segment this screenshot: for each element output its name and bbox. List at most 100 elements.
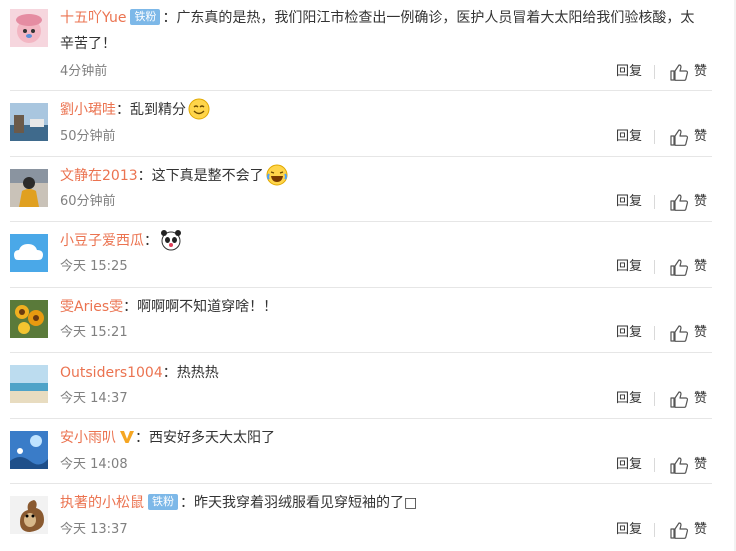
timestamp: 60分钟前 xyxy=(60,194,116,209)
username[interactable]: Outsiders1004 xyxy=(60,365,163,381)
divider xyxy=(654,260,655,274)
thumbs-up-icon xyxy=(670,521,688,539)
timestamp: 今天 15:21 xyxy=(60,325,128,340)
comment-item: 安小雨叭 ：西安好多天大太阳了 今天 14:08 回复 赞 xyxy=(0,419,736,484)
comment-text: 劉小珺哇：乱到精分 xyxy=(60,97,706,129)
comment-text: 执著的小松鼠 铁粉 ：昨天我穿着羽绒服看见穿短袖的了□ xyxy=(60,490,706,516)
username[interactable]: 雯Aries雯 xyxy=(60,299,123,315)
username[interactable]: 执著的小松鼠 xyxy=(60,495,144,511)
reply-button[interactable]: 回复 xyxy=(616,521,642,539)
reply-button[interactable]: 回复 xyxy=(616,63,642,81)
like-label: 赞 xyxy=(694,194,708,209)
like-button[interactable]: 赞 xyxy=(670,63,707,81)
comment-item: 雯Aries雯：啊啊啊不知道穿啥！！ 今天 15:21 回复 赞 xyxy=(0,288,736,353)
reply-button[interactable]: 回复 xyxy=(616,193,642,211)
colon: ： xyxy=(137,168,152,184)
colon: ： xyxy=(162,365,177,381)
avatar[interactable] xyxy=(10,103,48,141)
thumbs-up-icon xyxy=(670,456,688,474)
colon: ： xyxy=(116,102,130,118)
thumbs-up-icon xyxy=(670,63,688,81)
smile-emoji-icon xyxy=(188,98,210,129)
like-button[interactable]: 赞 xyxy=(670,128,707,146)
comment-item: 劉小珺哇：乱到精分 50分钟前 回复 赞 xyxy=(0,91,736,157)
username[interactable]: 安小雨叭 xyxy=(60,430,116,446)
comment-text: 雯Aries雯：啊啊啊不知道穿啥！！ xyxy=(60,294,706,320)
username[interactable]: 文静在2013 xyxy=(60,168,138,184)
comment-item: 十五吖Yue 铁粉 ：广东真的是热，我们阳江市检查出一例确诊，医护人员冒着大太阳给我… xyxy=(0,0,736,91)
timestamp: 今天 14:08 xyxy=(60,457,128,472)
fan-badge[interactable]: 铁粉 xyxy=(130,9,161,25)
vip-v-icon xyxy=(119,427,135,453)
thumbs-up-icon xyxy=(670,258,688,276)
panda-emoji-icon xyxy=(160,229,182,260)
colon: ： xyxy=(144,233,158,249)
colon: ： xyxy=(180,495,194,511)
comment-text: Outsiders1004：热热热 xyxy=(60,360,706,386)
reply-button[interactable]: 回复 xyxy=(616,456,642,474)
reply-button[interactable]: 回复 xyxy=(616,258,642,276)
timestamp: 今天 13:37 xyxy=(60,522,128,537)
colon: ： xyxy=(162,10,177,26)
reply-button[interactable]: 回复 xyxy=(616,324,642,342)
fan-badge[interactable]: 铁粉 xyxy=(148,494,178,510)
avatar[interactable] xyxy=(10,234,48,272)
timestamp: 4分钟前 xyxy=(60,64,108,79)
divider xyxy=(654,523,655,537)
comment-text: 文静在2013：这下真是整不会了 xyxy=(60,163,706,195)
comment-item: 执著的小松鼠 铁粉 ：昨天我穿着羽绒服看见穿短袖的了□ 今天 13:37 回复 赞 xyxy=(0,484,736,551)
divider xyxy=(654,65,655,79)
divider xyxy=(654,458,655,472)
divider xyxy=(654,130,655,144)
colon: ： xyxy=(135,430,149,446)
avatar[interactable] xyxy=(10,365,48,403)
timestamp: 50分钟前 xyxy=(60,129,116,144)
like-label: 赞 xyxy=(694,259,708,274)
colon: ： xyxy=(123,299,138,315)
like-label: 赞 xyxy=(694,325,708,340)
avatar[interactable] xyxy=(10,431,48,469)
comment-text: 安小雨叭 ：西安好多天大太阳了 xyxy=(60,425,706,453)
divider xyxy=(654,326,655,340)
like-label: 赞 xyxy=(694,457,708,472)
divider xyxy=(654,195,655,209)
comment-item: 文静在2013：这下真是整不会了 60分钟前 回复 赞 xyxy=(0,157,736,222)
like-button[interactable]: 赞 xyxy=(670,456,707,474)
comment-text: 小豆子爱西瓜： xyxy=(60,228,706,260)
like-label: 赞 xyxy=(694,522,708,537)
comment-content: 热热热 xyxy=(176,365,219,381)
avatar[interactable] xyxy=(10,169,48,207)
like-label: 赞 xyxy=(694,64,708,79)
thumbs-up-icon xyxy=(670,193,688,211)
comment-content: 这下真是整不会了 xyxy=(151,168,264,184)
like-label: 赞 xyxy=(694,391,708,406)
laugh-tears-emoji-icon xyxy=(266,164,288,195)
comment-item: 小豆子爱西瓜： 今天 15:25 回复 赞 xyxy=(0,222,736,288)
like-button[interactable]: 赞 xyxy=(670,521,707,539)
comment-list: 十五吖Yue 铁粉 ：广东真的是热，我们阳江市检查出一例确诊，医护人员冒着大太阳给我… xyxy=(0,0,736,551)
timestamp: 今天 15:25 xyxy=(60,259,128,274)
reply-button[interactable]: 回复 xyxy=(616,390,642,408)
username[interactable]: 劉小珺哇 xyxy=(60,102,116,118)
comment-content: 昨天我穿着羽绒服看见穿短袖的了□ xyxy=(194,495,418,511)
avatar[interactable] xyxy=(10,9,48,47)
username[interactable]: 十五吖Yue xyxy=(60,10,126,26)
like-button[interactable]: 赞 xyxy=(670,193,707,211)
like-label: 赞 xyxy=(694,129,708,144)
like-button[interactable]: 赞 xyxy=(670,390,707,408)
timestamp: 今天 14:37 xyxy=(60,391,128,406)
like-button[interactable]: 赞 xyxy=(670,258,707,276)
username[interactable]: 小豆子爱西瓜 xyxy=(60,233,144,249)
comment-content: 西安好多天大太阳了 xyxy=(149,430,275,446)
comment-content: 乱到精分 xyxy=(130,102,186,118)
thumbs-up-icon xyxy=(670,324,688,342)
comment-item: Outsiders1004：热热热 今天 14:37 回复 赞 xyxy=(0,353,736,419)
comment-content: 啊啊啊不知道穿啥！！ xyxy=(137,299,278,315)
like-button[interactable]: 赞 xyxy=(670,324,707,342)
avatar[interactable] xyxy=(10,496,48,534)
thumbs-up-icon xyxy=(670,390,688,408)
avatar[interactable] xyxy=(10,300,48,338)
reply-button[interactable]: 回复 xyxy=(616,128,642,146)
thumbs-up-icon xyxy=(670,128,688,146)
comment-text: 十五吖Yue 铁粉 ：广东真的是热，我们阳江市检查出一例确诊，医护人员冒着大太阳给我… xyxy=(60,5,706,57)
